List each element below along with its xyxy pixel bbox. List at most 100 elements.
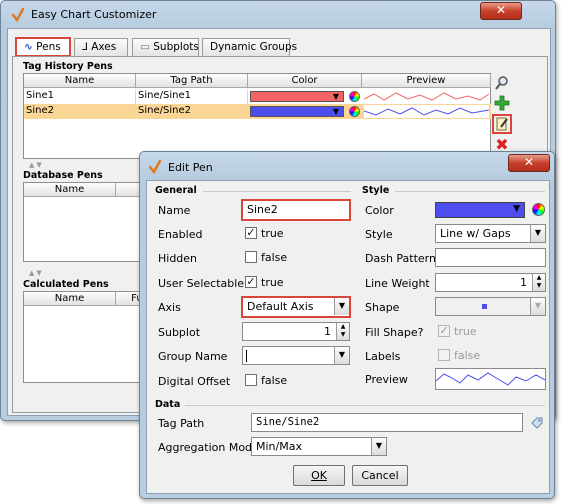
- general-group-title: General: [155, 185, 197, 196]
- hidden-label: Hidden: [158, 252, 198, 265]
- group-name-combo[interactable]: ▼: [242, 346, 350, 365]
- tab-pens[interactable]: ∿ Pens: [15, 37, 71, 57]
- line-weight-spinner[interactable]: 1 ▲ ▼: [435, 273, 546, 292]
- axes-icon: ⅃: [82, 41, 88, 53]
- tab-axes[interactable]: ⅃ Axes: [74, 38, 128, 56]
- row-preview-sparkline: [363, 105, 490, 118]
- pen-color-swatch[interactable]: ▼: [435, 202, 525, 218]
- ok-button[interactable]: OK: [293, 465, 345, 486]
- row-path-cell: Sine/Sine2: [136, 104, 248, 119]
- tab-axes-label: Axes: [91, 41, 117, 53]
- tag-history-pens-table[interactable]: Name Tag Path Color Preview Sine1 Sine/S…: [23, 73, 491, 159]
- cancel-button-label: Cancel: [361, 469, 399, 482]
- chevron-down-icon[interactable]: ▼: [530, 298, 545, 315]
- data-group-title: Data: [155, 399, 181, 410]
- name-label: Name: [158, 204, 191, 217]
- hidden-checkbox[interactable]: [245, 251, 257, 263]
- edit-pen-button[interactable]: [492, 114, 512, 134]
- general-divider: [203, 191, 351, 192]
- window-title: Easy Chart Customizer: [31, 8, 157, 21]
- chevron-down-icon[interactable]: ▼: [334, 298, 349, 315]
- shape-dropdown[interactable]: ▼: [435, 297, 546, 316]
- spinner-arrows[interactable]: ▲ ▼: [532, 274, 545, 291]
- style-group-title: Style: [362, 185, 390, 196]
- digital-offset-checkbox[interactable]: [245, 374, 257, 386]
- name-field[interactable]: Sine2: [241, 199, 351, 221]
- style-label: Style: [365, 228, 393, 241]
- column-header-tag-path[interactable]: Tag Path: [136, 74, 248, 88]
- data-divider: [185, 405, 545, 406]
- aggregation-mode-value: Min/Max: [256, 440, 302, 453]
- tab-pens-label: Pens: [36, 41, 61, 53]
- row-path-cell: Sine/Sine1: [136, 89, 248, 104]
- tag-history-pens-title: Tag History Pens: [23, 61, 113, 72]
- splitter-grip[interactable]: ▲▼: [29, 269, 44, 277]
- tag-path-label: Tag Path: [158, 417, 205, 430]
- subplot-spinner[interactable]: 1 ▲ ▼: [242, 322, 350, 341]
- column-header-name[interactable]: Name: [24, 74, 136, 88]
- column-header-name[interactable]: Name: [24, 183, 116, 197]
- pen-preview-sparkline: [435, 368, 546, 390]
- column-header-name[interactable]: Name: [24, 292, 116, 306]
- tab-subplots[interactable]: ▭ Subplots: [132, 38, 199, 56]
- table-row[interactable]: Sine1 Sine/Sine1 ▼: [24, 89, 491, 104]
- color-wheel-icon[interactable]: [532, 203, 545, 216]
- labels-label: Labels: [365, 350, 401, 363]
- text-caret: [246, 350, 247, 362]
- style-dropdown-value: Line w/ Gaps: [440, 227, 511, 240]
- row-preview-sparkline: [363, 90, 490, 103]
- column-header-color[interactable]: Color: [248, 74, 362, 88]
- square-shape-icon: [482, 304, 487, 309]
- chevron-down-icon[interactable]: ▼: [530, 225, 545, 242]
- row-color-swatch[interactable]: ▼: [250, 91, 344, 102]
- color-wheel-icon[interactable]: [349, 91, 360, 102]
- color-wheel-icon[interactable]: [349, 106, 360, 117]
- enabled-checkbox[interactable]: ✓: [245, 227, 257, 239]
- line-weight-label: Line Weight: [365, 277, 430, 290]
- row-name-cell: Sine1: [24, 89, 136, 104]
- tab-subplots-label: Subplots: [153, 41, 199, 53]
- spinner-arrows[interactable]: ▲ ▼: [336, 323, 349, 340]
- search-icon[interactable]: [494, 75, 510, 91]
- user-selectable-checkbox[interactable]: ✓: [245, 276, 257, 288]
- subplot-label: Subplot: [158, 326, 201, 339]
- cancel-button[interactable]: Cancel: [352, 465, 408, 486]
- aggregation-mode-dropdown[interactable]: Min/Max ▼: [251, 437, 387, 456]
- pen-line-icon: ∿: [24, 41, 33, 53]
- table-row[interactable]: Sine2 Sine/Sine2 ▼: [24, 104, 491, 119]
- row-color-swatch[interactable]: ▼: [250, 106, 344, 117]
- preview-label: Preview: [365, 373, 408, 386]
- digital-offset-label: Digital Offset: [158, 375, 231, 388]
- axis-dropdown[interactable]: Default Axis ▼: [241, 296, 351, 318]
- axis-dropdown-value: Default Axis: [247, 300, 314, 313]
- close-button[interactable]: ✕: [508, 154, 550, 172]
- subplot-value: 1: [324, 325, 331, 338]
- column-header-preview[interactable]: Preview: [362, 74, 491, 88]
- dash-pattern-label: Dash Pattern: [365, 252, 436, 265]
- close-button[interactable]: ✕: [480, 2, 522, 20]
- fill-shape-checkbox-label: true: [454, 325, 477, 338]
- fill-shape-label: Fill Shape?: [365, 326, 424, 339]
- digital-offset-checkbox-label: false: [261, 374, 288, 387]
- add-pen-button[interactable]: [494, 95, 510, 111]
- chevron-down-icon[interactable]: ▼: [513, 204, 520, 214]
- user-selectable-checkbox-label: true: [261, 276, 284, 289]
- chevron-down-icon[interactable]: ▼: [371, 438, 386, 455]
- labels-checkbox[interactable]: [438, 349, 450, 361]
- fill-shape-checkbox[interactable]: ✓: [438, 325, 450, 337]
- color-label: Color: [365, 204, 394, 217]
- labels-checkbox-label: false: [454, 349, 481, 362]
- style-dropdown[interactable]: Line w/ Gaps ▼: [435, 224, 546, 243]
- splitter-grip[interactable]: ▲▼: [29, 161, 44, 169]
- app-logo-icon: [11, 7, 25, 23]
- enabled-checkbox-label: true: [261, 227, 284, 240]
- axis-label: Axis: [158, 301, 181, 314]
- tag-path-field[interactable]: Sine/Sine2: [251, 413, 523, 432]
- calculated-pens-title: Calculated Pens: [23, 279, 109, 290]
- tag-browse-icon[interactable]: [529, 415, 545, 431]
- enabled-label: Enabled: [158, 228, 203, 241]
- row-name-cell: Sine2: [24, 104, 136, 119]
- dash-pattern-field[interactable]: [435, 248, 546, 267]
- chevron-down-icon[interactable]: ▼: [334, 347, 349, 364]
- tab-dynamic-groups[interactable]: Dynamic Groups: [202, 38, 297, 56]
